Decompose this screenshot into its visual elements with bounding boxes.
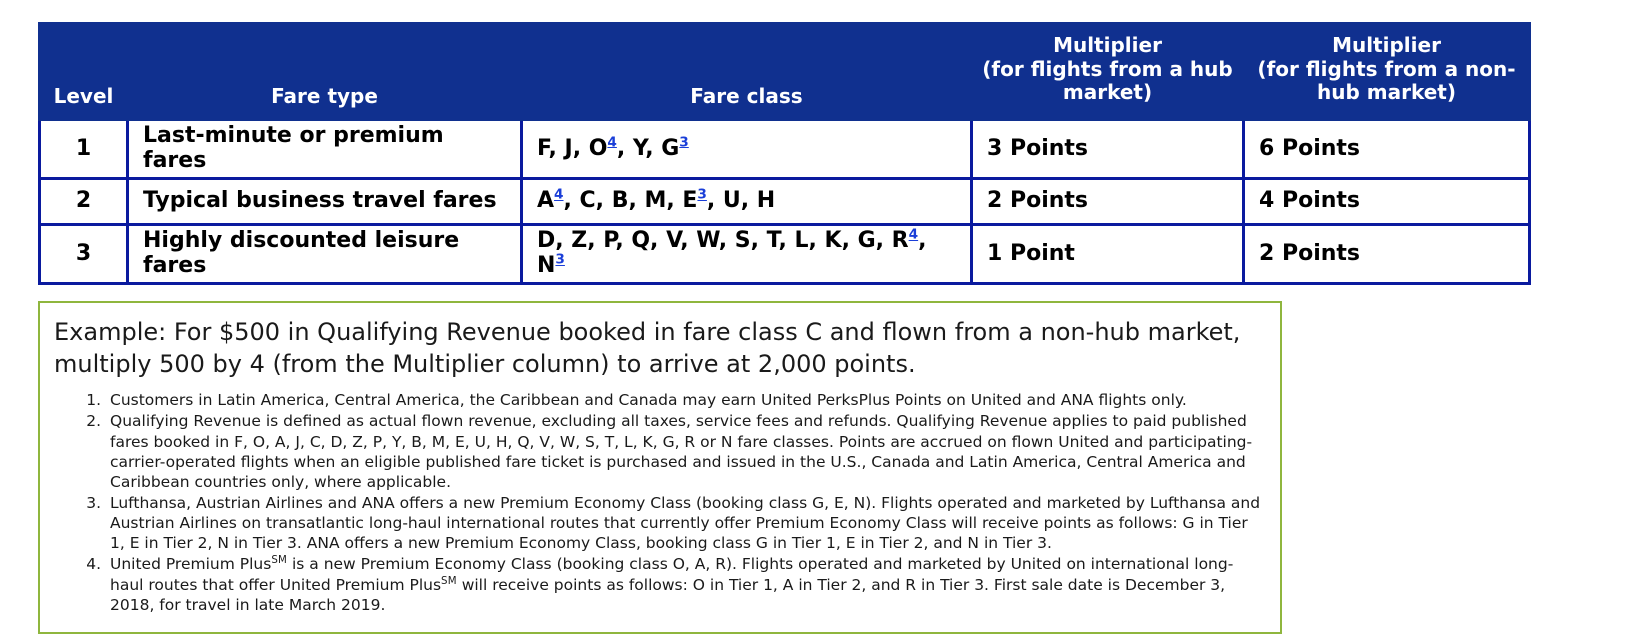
column-header-multiplier-nonhub: Multiplier (for flights from a non-hub m…	[1242, 22, 1531, 121]
column-header-multiplier-nonhub-line2: (for flights from a non-hub market)	[1257, 56, 1516, 105]
cell-fare-class: D, Z, P, Q, V, W, S, T, L, K, G, R4, N3	[520, 223, 973, 285]
footnote-item: Qualifying Revenue is defined as actual …	[106, 411, 1262, 492]
table-row: 1 Last-minute or premium fares F, J, O4, Y…	[38, 118, 1531, 180]
column-header-fare-class: Fare class	[520, 22, 973, 121]
footnote-ref-3[interactable]: 3	[679, 134, 688, 150]
example-box: Example: For $500 in Qualifying Revenue …	[38, 301, 1282, 634]
cell-multiplier-hub: 1 Point	[970, 223, 1245, 285]
cell-multiplier-nonhub: 6 Points	[1242, 118, 1531, 180]
column-header-level: Level	[38, 22, 129, 121]
footnote-ref-3[interactable]: 3	[555, 252, 564, 268]
cell-multiplier-hub: 3 Points	[970, 118, 1245, 180]
cell-multiplier-hub: 2 Points	[970, 177, 1245, 226]
cell-level: 2	[38, 177, 129, 226]
cell-fare-class: A4, C, B, M, E3, U, H	[520, 177, 973, 226]
column-header-fare-type: Fare type	[126, 22, 523, 121]
column-header-fare-type-label: Fare type	[271, 83, 378, 108]
cell-level: 3	[38, 223, 129, 285]
cell-fare-type: Typical business travel fares	[126, 177, 523, 226]
footnote-ref-4[interactable]: 4	[909, 227, 918, 243]
footnote-ref-4[interactable]: 4	[554, 187, 563, 203]
example-text: Example: For $500 in Qualifying Revenue …	[54, 318, 1241, 378]
table-header-row: Level Fare type Fare class Multiplier (f…	[38, 22, 1531, 121]
fare-multiplier-table: Level Fare type Fare class Multiplier (f…	[38, 22, 1531, 285]
table-row: 3 Highly discounted leisure fares D, Z, P,…	[38, 223, 1531, 285]
footnote-list: Customers in Latin America, Central Amer…	[54, 390, 1262, 615]
service-mark-icon: SM	[441, 575, 457, 587]
column-header-fare-class-label: Fare class	[690, 83, 803, 108]
column-header-multiplier-nonhub-line1: Multiplier	[1332, 33, 1441, 58]
cell-fare-type: Highly discounted leisure fares	[126, 223, 523, 285]
table-body: 1 Last-minute or premium fares F, J, O4, Y…	[38, 118, 1531, 285]
fare-chart-page: Level Fare type Fare class Multiplier (f…	[0, 0, 1634, 634]
footnote-ref-3[interactable]: 3	[697, 187, 706, 203]
cell-fare-class: F, J, O4, Y, G3	[520, 118, 973, 180]
service-mark-icon: SM	[271, 555, 288, 567]
column-header-multiplier-hub-line1: Multiplier	[1053, 33, 1162, 58]
footnote-ref-4[interactable]: 4	[607, 134, 616, 150]
cell-multiplier-nonhub: 2 Points	[1242, 223, 1531, 285]
footnote-item: Customers in Latin America, Central Amer…	[106, 390, 1262, 410]
cell-multiplier-nonhub: 4 Points	[1242, 177, 1531, 226]
cell-fare-type: Last-minute or premium fares	[126, 118, 523, 180]
footnote-item: United Premium PlusSM is a new Premium E…	[106, 554, 1262, 614]
cell-level: 1	[38, 118, 129, 180]
column-header-multiplier-hub-line2: (for flights from a hub market)	[982, 56, 1233, 105]
column-header-multiplier-hub: Multiplier (for flights from a hub marke…	[970, 22, 1245, 121]
column-header-level-label: Level	[53, 83, 114, 108]
table-header: Level Fare type Fare class Multiplier (f…	[38, 22, 1531, 121]
table-row: 2 Typical business travel fares A4, C, B, …	[38, 177, 1531, 226]
footnote-item: Lufthansa, Austrian Airlines and ANA off…	[106, 493, 1262, 553]
